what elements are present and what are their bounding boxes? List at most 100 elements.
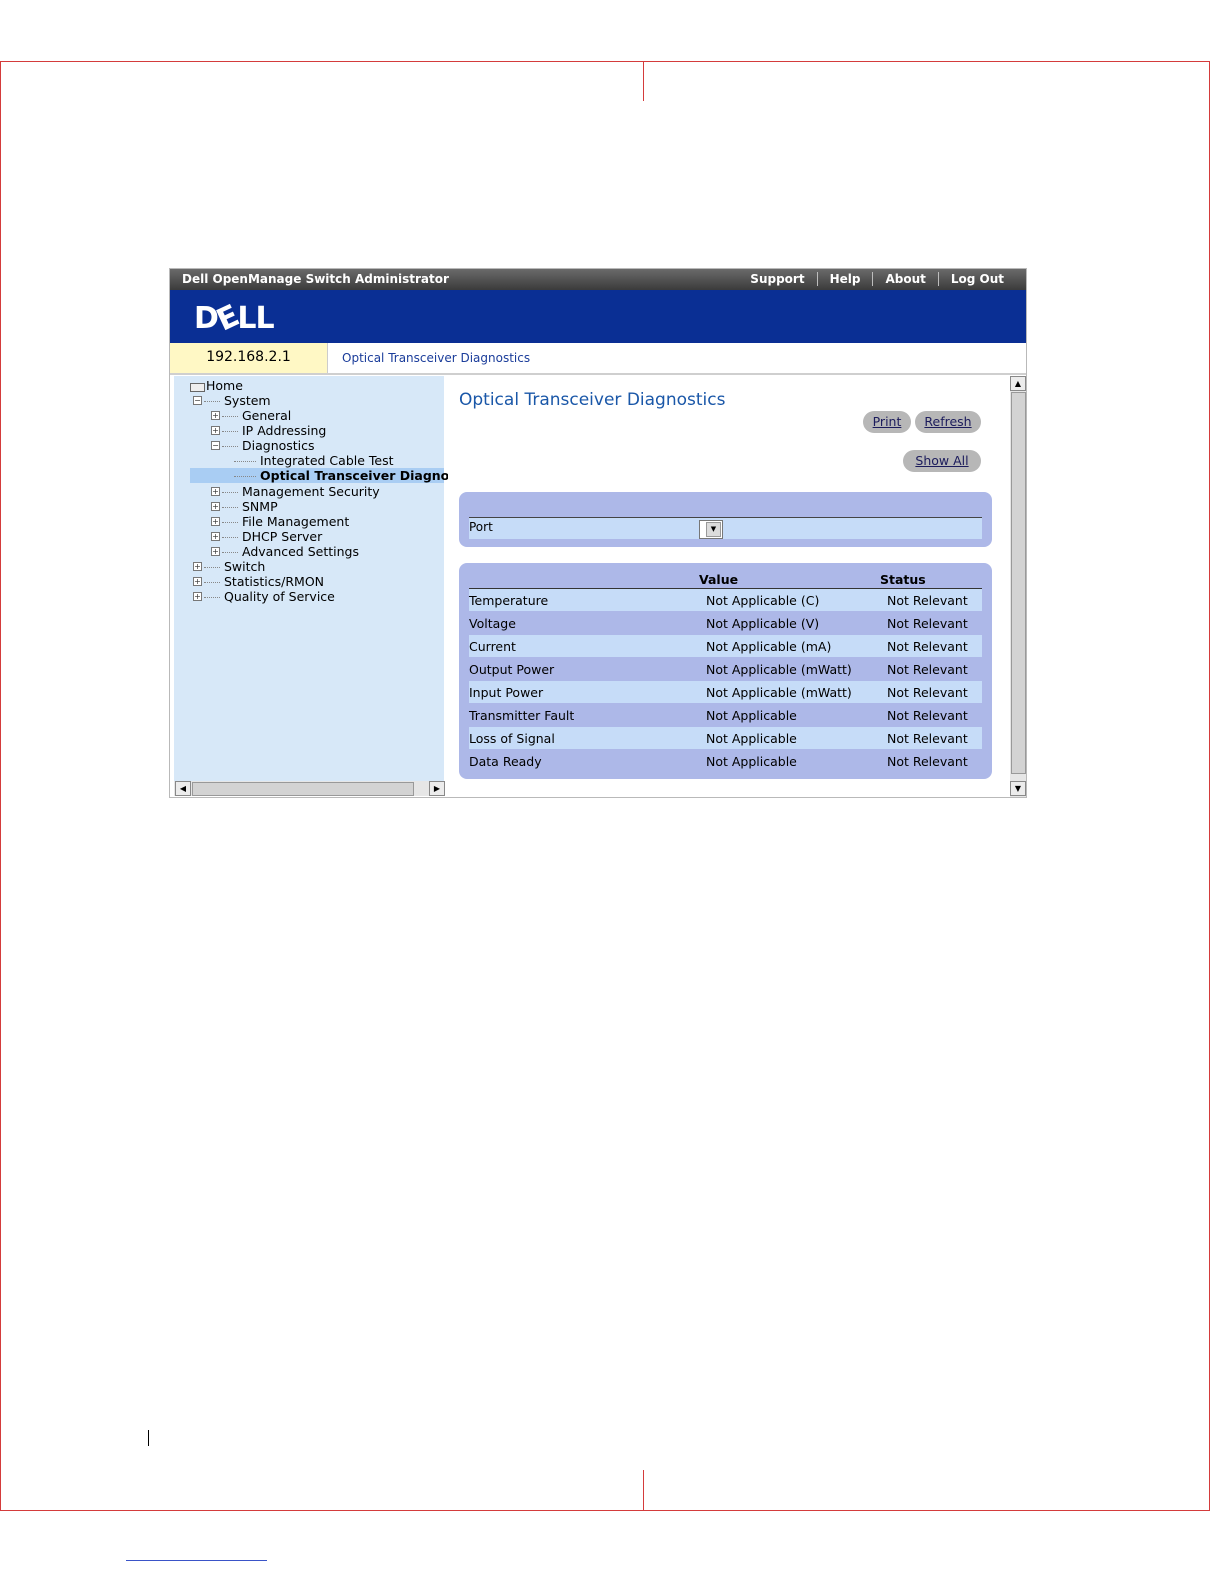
- expand-icon: +: [211, 532, 220, 541]
- row-value: Not Applicable (mA): [706, 639, 832, 654]
- tree-item-system[interactable]: System: [224, 393, 271, 408]
- page-marker: [148, 1430, 149, 1446]
- scroll-up-icon[interactable]: ▲: [1010, 376, 1026, 391]
- port-row: Port ▼: [469, 517, 982, 539]
- row-status: Not Relevant: [887, 708, 968, 723]
- tree-connector: [204, 567, 220, 568]
- tree-connector: [234, 461, 256, 462]
- tree-connector: [204, 582, 220, 583]
- tree-item-integrated-cable-test[interactable]: Integrated Cable Test: [260, 453, 394, 468]
- row-status: Not Relevant: [887, 639, 968, 654]
- expand-icon: +: [211, 517, 220, 526]
- tree-item-optical-transceiver-label: Optical Transceiver Diagnostic: [260, 468, 475, 483]
- tree-item-home[interactable]: Home: [206, 378, 243, 393]
- row-status: Not Relevant: [887, 731, 968, 746]
- row-label: Current: [469, 639, 516, 654]
- table-row: Input Power Not Applicable (mWatt) Not R…: [469, 681, 982, 703]
- row-value: Not Applicable (mWatt): [706, 662, 852, 677]
- about-link[interactable]: About: [872, 272, 937, 286]
- row-value: Not Applicable: [706, 708, 797, 723]
- tree-connector: [222, 431, 238, 432]
- page-title: Optical Transceiver Diagnostics: [459, 390, 726, 410]
- tree-connector: [222, 552, 238, 553]
- tree-item-file-management[interactable]: File Management: [242, 514, 349, 529]
- scroll-thumb[interactable]: [1011, 392, 1026, 774]
- tree-connector: [222, 446, 238, 447]
- scroll-right-icon[interactable]: ▶: [429, 781, 445, 796]
- content-pane: Optical Transceiver Diagnostics Print Re…: [448, 376, 1010, 797]
- tree-item-quality-of-service[interactable]: Quality of Service: [224, 589, 335, 604]
- tree-item-advanced-settings[interactable]: Advanced Settings: [242, 544, 359, 559]
- crop-line-right: [1209, 61, 1210, 1511]
- tree-connector: [222, 416, 238, 417]
- expand-icon: +: [211, 547, 220, 556]
- tree-item-statistics-rmon[interactable]: Statistics/RMON: [224, 574, 324, 589]
- footer-rule: [126, 1560, 267, 1561]
- row-value: Not Applicable (C): [706, 593, 820, 608]
- help-link[interactable]: Help: [816, 272, 873, 286]
- table-row: Temperature Not Applicable (C) Not Relev…: [469, 589, 982, 611]
- row-label: Output Power: [469, 662, 555, 677]
- support-link[interactable]: Support: [738, 272, 816, 286]
- tree-item-ip-addressing[interactable]: IP Addressing: [242, 423, 326, 438]
- home-icon: [190, 383, 205, 392]
- tree-item-switch[interactable]: Switch: [224, 559, 265, 574]
- scroll-thumb[interactable]: [192, 782, 414, 796]
- table-row: Current Not Applicable (mA) Not Relevant: [469, 635, 982, 657]
- row-label: Loss of Signal: [469, 731, 555, 746]
- crop-mark-bottom-center: [643, 1470, 644, 1510]
- tree-connector: [222, 522, 238, 523]
- tree-horizontal-scrollbar[interactable]: ◀ ▶: [174, 781, 445, 796]
- breadcrumb[interactable]: Optical Transceiver Diagnostics: [342, 351, 530, 365]
- app-title: Dell OpenManage Switch Administrator: [182, 272, 449, 286]
- top-bar: Dell OpenManage Switch Administrator Sup…: [170, 269, 1026, 290]
- address-row: 192.168.2.1 Optical Transceiver Diagnost…: [170, 343, 1026, 375]
- row-status: Not Relevant: [887, 754, 968, 769]
- row-label: Temperature: [469, 593, 549, 608]
- tree-item-general[interactable]: General: [242, 408, 291, 423]
- row-label: Transmitter Fault: [469, 708, 575, 723]
- port-select[interactable]: ▼: [699, 520, 723, 539]
- show-all-button[interactable]: Show All: [903, 450, 981, 472]
- tree-item-diagnostics[interactable]: Diagnostics: [242, 438, 315, 453]
- row-status: Not Relevant: [887, 685, 968, 700]
- expand-icon: +: [211, 487, 220, 496]
- dell-logo: DELL: [194, 298, 275, 339]
- chevron-down-icon[interactable]: ▼: [706, 522, 721, 537]
- content-vertical-scrollbar[interactable]: ▲ ▼: [1010, 376, 1026, 797]
- row-value: Not Applicable: [706, 731, 797, 746]
- collapse-icon: −: [193, 396, 202, 405]
- browser-screenshot: Dell OpenManage Switch Administrator Sup…: [170, 269, 1026, 797]
- row-value: Not Applicable: [706, 754, 797, 769]
- row-label: Data Ready: [469, 754, 542, 769]
- print-button[interactable]: Print: [863, 411, 911, 433]
- tree-item-management-security[interactable]: Management Security: [242, 484, 380, 499]
- row-value: Not Applicable (mWatt): [706, 685, 852, 700]
- tree-connector: [222, 507, 238, 508]
- expand-icon: +: [211, 426, 220, 435]
- tree-connector: [204, 597, 220, 598]
- row-status: Not Relevant: [887, 616, 968, 631]
- table-row: Output Power Not Applicable (mWatt) Not …: [469, 658, 982, 680]
- tree-connector: [204, 401, 220, 402]
- logout-link[interactable]: Log Out: [937, 272, 1016, 286]
- refresh-button[interactable]: Refresh: [915, 411, 981, 433]
- port-label: Port: [469, 520, 493, 534]
- table-row: Voltage Not Applicable (V) Not Relevant: [469, 612, 982, 634]
- row-status: Not Relevant: [887, 662, 968, 677]
- tree-item-snmp[interactable]: SNMP: [242, 499, 278, 514]
- device-ip: 192.168.2.1: [170, 343, 328, 373]
- expand-icon: +: [193, 577, 202, 586]
- row-status: Not Relevant: [887, 593, 968, 608]
- tree-connector: [234, 476, 256, 477]
- scroll-down-icon[interactable]: ▼: [1010, 781, 1026, 796]
- expand-icon: +: [211, 411, 220, 420]
- tree-connector: [222, 492, 238, 493]
- scroll-left-icon[interactable]: ◀: [175, 781, 191, 796]
- crop-line-top: [0, 61, 1210, 62]
- table-row: Transmitter Fault Not Applicable Not Rel…: [469, 704, 982, 726]
- banner: [170, 290, 1026, 343]
- crop-mark-top-center: [643, 61, 644, 101]
- diagnostics-panel: Value Status Temperature Not Applicable …: [459, 563, 992, 779]
- tree-item-dhcp-server[interactable]: DHCP Server: [242, 529, 322, 544]
